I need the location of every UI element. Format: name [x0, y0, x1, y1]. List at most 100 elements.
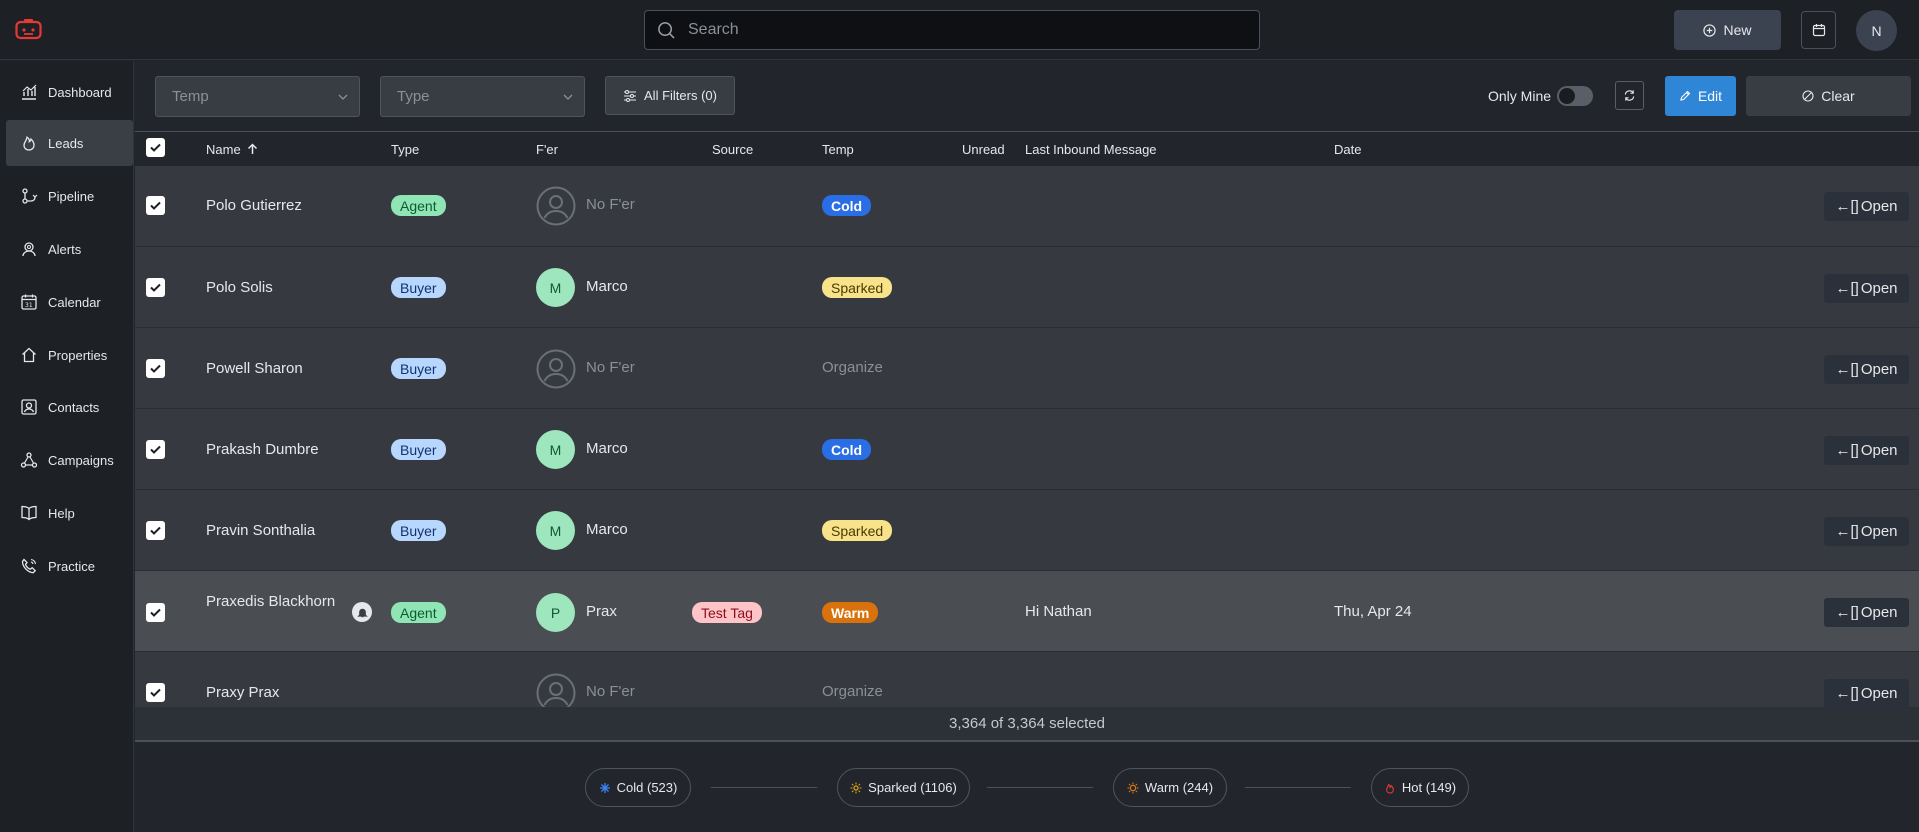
arrow-up-icon: [248, 143, 258, 154]
row-checkbox[interactable]: [146, 196, 165, 215]
open-button[interactable]: ←[] Open: [1824, 355, 1909, 384]
fire-icon: [23, 136, 35, 151]
sidebar-item-leads[interactable]: Leads: [6, 120, 133, 166]
temp-badge: Cold: [822, 195, 872, 216]
sidebar-item-label: Campaigns: [48, 452, 114, 468]
sidebar-item-label: Contacts: [48, 399, 100, 415]
table-row[interactable]: Polo Gutierrez Agent No F'er Cold ←[] Ope…: [135, 166, 1919, 247]
edit-button[interactable]: Edit: [1665, 76, 1736, 116]
sidebar-item-label: Pipeline: [48, 188, 95, 204]
empty-avatar-icon: [536, 349, 576, 389]
sidebar-item-pipeline[interactable]: Pipeline: [6, 173, 133, 219]
row-checkbox[interactable]: [146, 683, 165, 702]
column-header-source[interactable]: Source: [712, 142, 753, 157]
column-header-fer[interactable]: F'er: [536, 142, 558, 157]
sidebar-item-help[interactable]: Help: [6, 490, 133, 536]
last-inbound-message: Hi Nathan: [1025, 603, 1092, 620]
login-icon: ←[]: [1835, 280, 1859, 297]
pipeline-connector: [1245, 787, 1351, 788]
search-bar[interactable]: [644, 10, 1260, 50]
open-button[interactable]: ←[] Open: [1824, 436, 1909, 465]
open-button-label: Open: [1860, 685, 1898, 702]
open-button[interactable]: ←[] Open: [1824, 598, 1909, 627]
refresh-button[interactable]: [1615, 81, 1644, 110]
fer-avatar: M: [536, 430, 575, 469]
column-header-name-label: Name: [206, 142, 241, 157]
sidebar-item-label: Practice: [48, 558, 95, 574]
pipeline-stage-hot[interactable]: Hot (149): [1371, 768, 1469, 807]
clear-button[interactable]: Clear: [1746, 76, 1911, 116]
column-header-date[interactable]: Date: [1334, 142, 1361, 157]
pipeline-stage-cold[interactable]: Cold (523): [585, 768, 691, 807]
snowflake-icon: [599, 782, 610, 793]
contacts-icon: [21, 399, 37, 415]
checkmark-icon: [150, 143, 161, 152]
table-header: Name Type F'er Source Temp Unread Last I…: [135, 131, 1919, 165]
row-checkbox[interactable]: [146, 521, 165, 540]
row-checkbox[interactable]: [146, 440, 165, 459]
column-header-name[interactable]: Name: [206, 142, 258, 157]
lead-name: Powell Sharon: [206, 360, 303, 377]
checkmark-icon: [150, 445, 161, 454]
column-header-last-inbound[interactable]: Last Inbound Message: [1025, 142, 1157, 157]
empty-avatar-icon: [536, 186, 576, 226]
row-checkbox[interactable]: [146, 359, 165, 378]
row-checkbox[interactable]: [146, 603, 165, 622]
open-button[interactable]: ←[] Open: [1824, 517, 1909, 546]
sidebar-item-practice[interactable]: Practice: [6, 543, 133, 589]
sidebar-item-alerts[interactable]: Alerts: [6, 226, 133, 272]
sidebar-item-campaigns[interactable]: Campaigns: [6, 437, 133, 483]
row-checkbox[interactable]: [146, 278, 165, 297]
fer-name: No F'er: [586, 359, 635, 376]
pipeline-stage-label: Sparked (1106): [868, 780, 957, 795]
fer-name: No F'er: [586, 196, 635, 213]
login-icon: ←[]: [1835, 523, 1859, 540]
sidebar-item-contacts[interactable]: Contacts: [6, 384, 133, 430]
sidebar-item-calendar[interactable]: 31 Calendar: [6, 279, 133, 325]
fer-avatar: P: [536, 593, 575, 632]
only-mine-toggle[interactable]: [1557, 86, 1593, 106]
empty-avatar-icon: [536, 673, 576, 707]
sidebar-item-label: Properties: [48, 347, 108, 363]
calendar-button[interactable]: [1801, 11, 1836, 49]
type-select[interactable]: Type: [380, 76, 585, 117]
notification-bell[interactable]: [352, 602, 372, 622]
column-header-temp[interactable]: Temp: [822, 142, 854, 157]
temp-select[interactable]: Temp: [155, 76, 360, 117]
phone-icon: [21, 558, 37, 574]
sidebar-item-dashboard[interactable]: Dashboard: [6, 69, 133, 115]
new-button[interactable]: New: [1674, 10, 1781, 50]
table-row[interactable]: Powell Sharon Buyer No F'er Organize ←[]…: [135, 328, 1919, 409]
all-filters-button[interactable]: All Filters (0): [605, 76, 735, 115]
column-header-unread[interactable]: Unread: [962, 142, 1005, 157]
fer-name: Marco: [586, 440, 628, 457]
type-select-placeholder: Type: [397, 88, 430, 105]
fer-avatar: M: [536, 268, 575, 307]
login-icon: ←[]: [1835, 198, 1859, 215]
clear-button-label: Clear: [1821, 88, 1855, 104]
table-row[interactable]: Pravin Sonthalia Buyer M Marco Sparked ←…: [135, 490, 1919, 571]
open-button[interactable]: ←[] Open: [1824, 679, 1909, 707]
type-badge: Agent: [391, 195, 446, 216]
pipeline-stage-sparked[interactable]: Sparked (1106): [837, 768, 970, 807]
table-row[interactable]: Polo Solis Buyer M Marco Sparked ←[] Open: [135, 247, 1919, 328]
pipeline-stage-label: Warm (244): [1144, 780, 1214, 795]
select-all-checkbox[interactable]: [146, 138, 165, 157]
sidebar-item-properties[interactable]: Properties: [6, 332, 133, 378]
table-row[interactable]: Praxy Prax No F'er Organize ←[] Open: [135, 652, 1919, 707]
column-header-type[interactable]: Type: [391, 142, 419, 157]
checkmark-icon: [150, 526, 161, 535]
table-row[interactable]: Prakash Dumbre Buyer M Marco Cold ←[] Ope…: [135, 409, 1919, 490]
login-icon: ←[]: [1835, 361, 1859, 378]
open-button[interactable]: ←[] Open: [1824, 274, 1909, 303]
lead-name: Prakash Dumbre: [206, 441, 319, 458]
app-logo-icon[interactable]: [15, 18, 42, 40]
pipeline-stage-warm[interactable]: Warm (244): [1113, 768, 1227, 807]
lead-name: Pravin Sonthalia: [206, 522, 316, 539]
search-input[interactable]: [688, 21, 1228, 39]
table-row[interactable]: Praxedis Blackhorn Agent P Prax Test Tag…: [135, 571, 1919, 652]
edit-button-label: Edit: [1697, 88, 1723, 104]
open-button[interactable]: ←[] Open: [1824, 192, 1909, 221]
user-avatar[interactable]: N: [1856, 10, 1897, 51]
pipeline-connector: [987, 787, 1093, 788]
